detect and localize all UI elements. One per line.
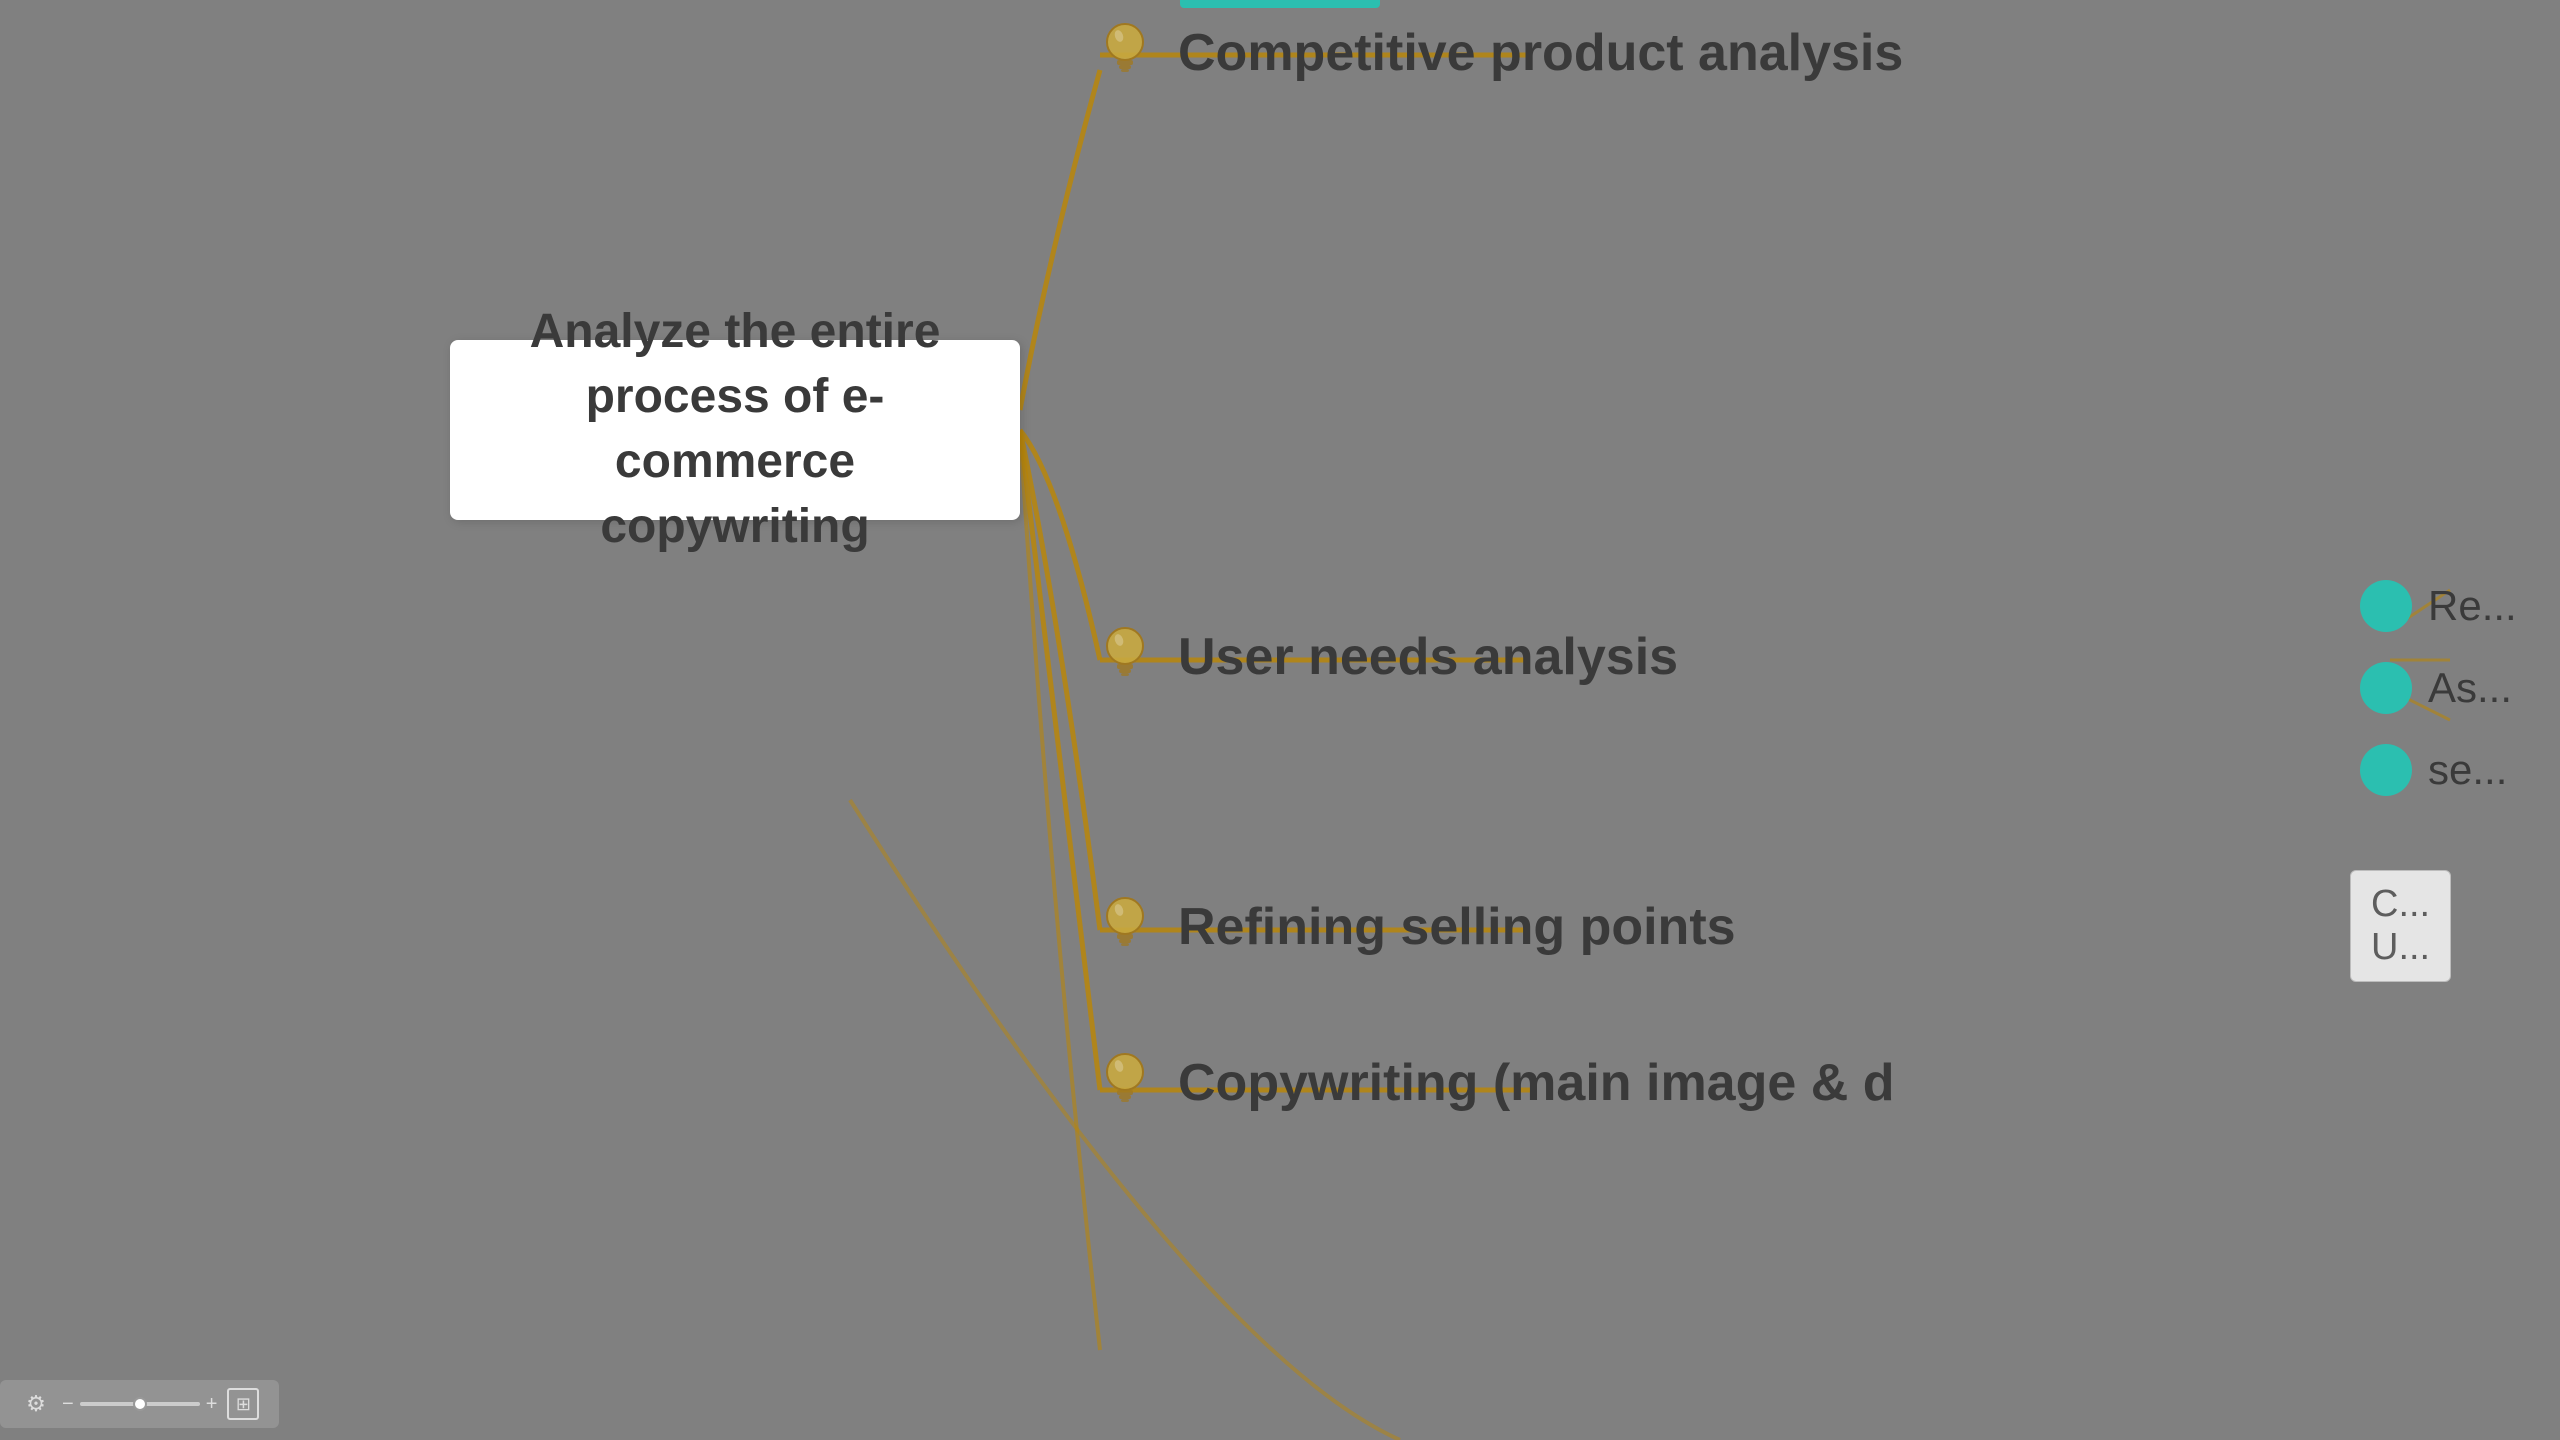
sub-node-as-circle xyxy=(2360,662,2412,714)
sub-nodes-container: Re... As... se... xyxy=(2360,580,2517,796)
refining-tooltip: C... U... xyxy=(2350,870,2451,982)
competitive-label: Competitive product analysis xyxy=(1178,23,1903,83)
sub-node-se-label: se... xyxy=(2428,746,2507,794)
settings-icon[interactable]: ⚙ xyxy=(20,1388,52,1420)
expand-icon[interactable]: ⊞ xyxy=(227,1388,259,1420)
bottom-toolbar: ⚙ − + ⊞ xyxy=(0,1380,279,1428)
connection-lines xyxy=(0,0,2560,1440)
center-node[interactable]: Analyze the entire process of e-commerce… xyxy=(450,340,1020,520)
sub-node-as[interactable]: As... xyxy=(2360,662,2517,714)
center-node-text: Analyze the entire process of e-commerce… xyxy=(480,300,990,559)
lightbulb-icon-refining xyxy=(1090,892,1160,962)
refining-label: Refining selling points xyxy=(1178,897,1736,957)
zoom-plus-icon[interactable]: + xyxy=(206,1393,218,1416)
zoom-slider-thumb[interactable] xyxy=(133,1397,147,1411)
zoom-slider[interactable] xyxy=(80,1402,200,1406)
sub-node-se-circle xyxy=(2360,744,2412,796)
user-needs-label: User needs analysis xyxy=(1178,627,1678,687)
zoom-control[interactable]: − + xyxy=(62,1393,217,1416)
sub-node-re-label: Re... xyxy=(2428,582,2517,630)
lightbulb-icon-competitive xyxy=(1090,18,1160,88)
sub-node-re-circle xyxy=(2360,580,2412,632)
copywriting-label: Copywriting (main image & d xyxy=(1178,1053,1895,1113)
tooltip-line1: C... xyxy=(2371,883,2430,926)
tooltip-line2: U... xyxy=(2371,926,2430,969)
branch-copywriting[interactable]: Copywriting (main image & d xyxy=(1090,1048,1895,1118)
branch-refining[interactable]: Refining selling points xyxy=(1090,892,1736,962)
sub-node-re[interactable]: Re... xyxy=(2360,580,2517,632)
branch-user-needs[interactable]: User needs analysis xyxy=(1090,622,1678,692)
zoom-minus-icon[interactable]: − xyxy=(62,1393,74,1416)
sub-node-se[interactable]: se... xyxy=(2360,744,2517,796)
branch-competitive[interactable]: Competitive product analysis xyxy=(1090,18,1903,88)
sub-node-as-label: As... xyxy=(2428,664,2512,712)
mind-map-canvas: Analyze the entire process of e-commerce… xyxy=(0,0,2560,1440)
lightbulb-icon-copywriting xyxy=(1090,1048,1160,1118)
lightbulb-icon-user-needs xyxy=(1090,622,1160,692)
top-progress-bar xyxy=(1180,0,1380,8)
